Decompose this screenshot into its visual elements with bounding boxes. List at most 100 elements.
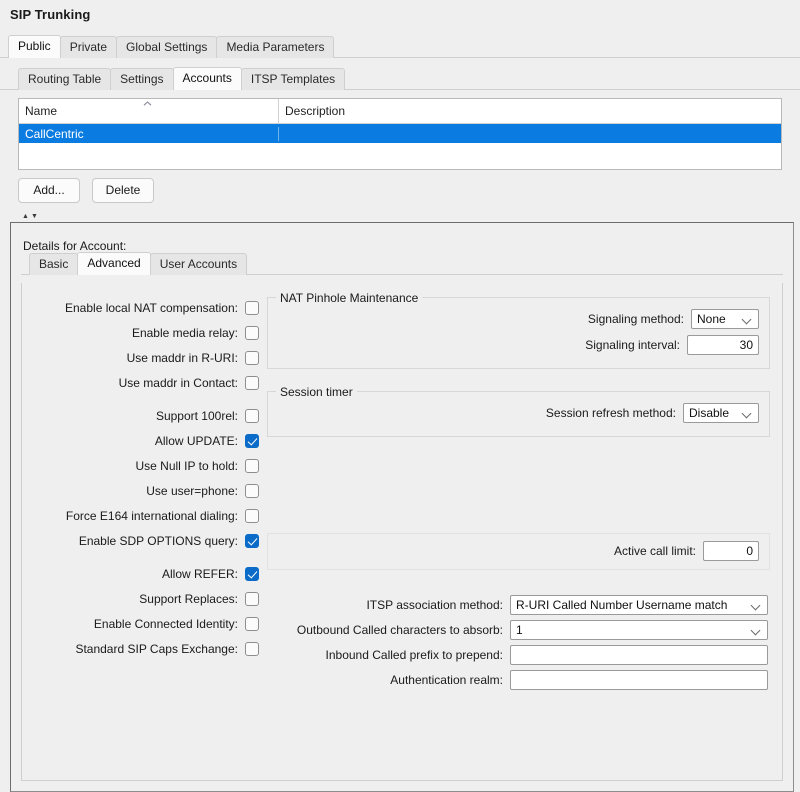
chevron-down-icon [743,410,752,415]
inbound-called-prefix-row: Inbound Called prefix to prepend: [267,642,768,667]
option-label: Enable local NAT compensation: [65,300,238,315]
tab-user-accounts[interactable]: User Accounts [149,253,248,275]
itsp-association-method-select[interactable]: R-URI Called Number Username match [510,594,768,615]
splitter-up-icon[interactable]: ▲ [22,213,29,220]
session-refresh-method-value: Disable [689,406,730,420]
nat-pinhole-maintenance-group: NAT Pinhole Maintenance Signaling method… [267,291,770,369]
option-label: Enable Connected Identity: [93,616,238,631]
session-timer-legend: Session timer [276,385,357,399]
table-row[interactable]: CallCentric [19,124,781,143]
delete-button[interactable]: Delete [92,178,154,203]
checkbox-allow-update[interactable] [245,433,259,448]
option-label: Force E164 international dialing: [65,508,238,523]
checkbox-use-maddr-in-r-uri[interactable] [245,350,259,365]
accounts-table[interactable]: Name Description CallCentric [18,98,782,170]
session-timer-group: Session timer Session refresh method: Di… [267,385,770,437]
itsp-association-method-label: ITSP association method: [366,597,503,612]
option-use-user-equals-phone[interactable]: Use user=phone: [22,478,267,503]
session-refresh-method-label: Session refresh method: [545,406,676,420]
inbound-called-prefix-input[interactable] [510,644,768,665]
checkbox-enable-connected-identity[interactable] [245,616,259,631]
signaling-method-label: Signaling method: [587,312,684,326]
option-use-null-ip-to-hold[interactable]: Use Null IP to hold: [22,453,267,478]
outbound-called-characters-value: 1 [516,622,523,637]
chevron-down-icon [743,316,752,321]
sort-ascending-icon [143,100,152,106]
tab-advanced[interactable]: Advanced [77,252,151,275]
checkbox-use-maddr-in-contact[interactable] [245,375,259,390]
session-refresh-method-row: Session refresh method: Disable [278,400,759,426]
tab-basic[interactable]: Basic [29,253,79,275]
checkbox-allow-refer[interactable] [245,566,259,581]
outer-tab-strip: Public Private Global Settings Media Par… [0,35,800,58]
tab-itsp-templates[interactable]: ITSP Templates [240,68,346,90]
tab-media-parameters[interactable]: Media Parameters [216,36,335,58]
checkbox-standard-sip-caps-exchange[interactable] [245,641,259,656]
table-header-row: Name Description [19,99,781,124]
details-panel: Details for Account: Basic Advanced User… [10,222,794,792]
checkbox-enable-media-relay[interactable] [245,325,259,340]
column-header-name-label: Name [25,104,58,118]
checkbox-enable-local-nat-compensation[interactable] [245,300,259,315]
signaling-method-row: Signaling method: None [278,306,759,332]
tab-settings[interactable]: Settings [110,68,174,90]
option-label: Use user=phone: [146,483,238,498]
checkbox-support-replaces[interactable] [245,591,259,606]
signaling-interval-row: Signaling interval: 30 [278,332,759,358]
option-label: Support Replaces: [139,591,238,606]
signaling-interval-label: Signaling interval: [585,338,680,352]
option-enable-media-relay[interactable]: Enable media relay: [22,320,267,345]
cell-name: CallCentric [19,126,279,141]
tab-private[interactable]: Private [59,36,118,58]
option-label: Allow UPDATE: [154,433,238,448]
option-label: Enable SDP OPTIONS query: [78,533,238,548]
page-title: SIP Trunking [10,7,91,22]
outbound-called-characters-label: Outbound Called characters to absorb: [296,622,503,637]
panel-splitter[interactable]: ▲ ▼ [22,212,800,220]
option-support-100rel[interactable]: Support 100rel: [22,403,267,428]
column-header-description[interactable]: Description [279,99,781,123]
splitter-down-icon[interactable]: ▼ [31,213,38,220]
outbound-called-characters-row: Outbound Called characters to absorb: 1 [267,617,768,642]
tab-accounts[interactable]: Accounts [172,67,242,90]
checkbox-force-e164-international-dialing[interactable] [245,508,259,523]
session-refresh-method-select[interactable]: Disable [683,403,759,423]
option-use-maddr-in-contact[interactable]: Use maddr in Contact: [22,370,267,395]
signaling-interval-input[interactable]: 30 [687,335,759,355]
option-use-maddr-in-r-uri[interactable]: Use maddr in R-URI: [22,345,267,370]
checkbox-use-user-equals-phone[interactable] [245,483,259,498]
bottom-fields: ITSP association method: R-URI Called Nu… [267,592,770,692]
active-call-limit-row: Active call limit: 0 [278,538,759,564]
tab-global-settings[interactable]: Global Settings [116,36,218,58]
tab-routing-table[interactable]: Routing Table [18,68,112,90]
add-button[interactable]: Add... [18,178,80,203]
outbound-called-characters-select[interactable]: 1 [510,619,768,640]
active-call-limit-panel: Active call limit: 0 [267,533,770,570]
column-header-description-label: Description [285,104,346,118]
checkbox-use-null-ip-to-hold[interactable] [245,458,259,473]
chevron-down-icon [752,627,761,632]
checkbox-support-100rel[interactable] [245,408,259,423]
authentication-realm-input[interactable] [510,669,768,690]
option-enable-sdp-options-query[interactable]: Enable SDP OPTIONS query: [22,528,267,553]
checkbox-enable-sdp-options-query[interactable] [245,533,259,548]
option-enable-local-nat-compensation[interactable]: Enable local NAT compensation: [22,295,267,320]
inbound-called-prefix-label: Inbound Called prefix to prepend: [325,647,503,662]
option-enable-connected-identity[interactable]: Enable Connected Identity: [22,611,267,636]
option-allow-update[interactable]: Allow UPDATE: [22,428,267,453]
inner-tab-strip: Routing Table Settings Accounts ITSP Tem… [0,67,800,90]
itsp-association-method-row: ITSP association method: R-URI Called Nu… [267,592,768,617]
column-header-name[interactable]: Name [19,99,279,123]
authentication-realm-row: Authentication realm: [267,667,768,692]
option-allow-refer[interactable]: Allow REFER: [22,561,267,586]
signaling-method-select[interactable]: None [691,309,759,329]
itsp-association-method-value: R-URI Called Number Username match [516,597,728,612]
option-support-replaces[interactable]: Support Replaces: [22,586,267,611]
signaling-method-value: None [697,312,726,326]
option-standard-sip-caps-exchange[interactable]: Standard SIP Caps Exchange: [22,636,267,661]
option-force-e164-international-dialing[interactable]: Force E164 international dialing: [22,503,267,528]
tab-public[interactable]: Public [8,35,61,58]
active-call-limit-input[interactable]: 0 [703,541,759,561]
option-label: Use maddr in Contact: [118,375,238,390]
option-label: Allow REFER: [161,566,238,581]
